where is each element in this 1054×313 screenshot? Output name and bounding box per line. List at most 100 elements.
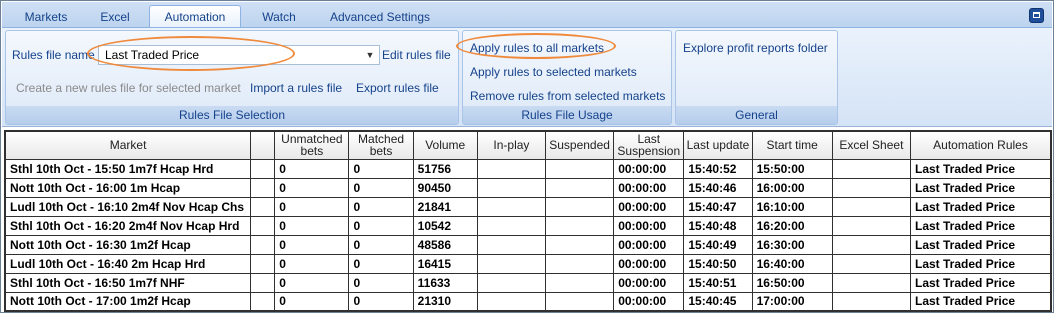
table-cell[interactable]: 0 — [348, 177, 414, 198]
table-cell[interactable] — [831, 272, 912, 293]
table-row[interactable]: Sthl 10th Oct - 16:20 2m4f Nov Hcap Hrd 0… — [4, 215, 1052, 236]
table-cell[interactable]: 16:10:00 — [751, 196, 833, 217]
table-cell[interactable]: 15:40:47 — [683, 196, 753, 217]
table-cell[interactable] — [831, 196, 912, 217]
table-cell[interactable]: 0 — [348, 291, 414, 312]
table-cell[interactable]: Ludl 10th Oct - 16:10 2m4f Nov Hcap Chs — [4, 196, 252, 217]
table-cell[interactable]: 48586 — [412, 234, 478, 255]
table-row[interactable]: Sthl 10th Oct - 15:50 1m7f Hcap Hrd 0 0 517… — [4, 158, 1052, 179]
table-cell[interactable]: 15:50:00 — [751, 158, 833, 179]
column-header[interactable] — [250, 130, 276, 160]
table-row[interactable]: Nott 10th Oct - 17:00 1m2f Hcap 0 0 21310 00… — [4, 291, 1052, 312]
table-cell[interactable] — [476, 158, 547, 179]
column-header[interactable]: Unmatched bets — [274, 130, 350, 160]
table-row[interactable]: Ludl 10th Oct - 16:10 2m4f Nov Hcap Chs 0… — [4, 196, 1052, 217]
table-cell[interactable]: Sthl 10th Oct - 15:50 1m7f Hcap Hrd — [4, 158, 252, 179]
column-header[interactable]: Last update — [683, 130, 753, 160]
table-cell[interactable]: 16:00:00 — [751, 177, 833, 198]
table-cell[interactable]: 0 — [274, 234, 350, 255]
column-header[interactable]: Last Suspension — [613, 130, 685, 160]
table-cell[interactable]: Ludl 10th Oct - 16:40 2m Hcap Hrd — [4, 253, 252, 274]
table-cell[interactable]: 0 — [348, 234, 414, 255]
table-cell[interactable]: Last Traded Price — [910, 177, 1052, 198]
table-cell[interactable]: 0 — [274, 158, 350, 179]
table-cell[interactable]: 0 — [348, 253, 414, 274]
table-cell[interactable] — [544, 196, 615, 217]
table-cell[interactable] — [250, 253, 276, 274]
table-cell[interactable]: Last Traded Price — [910, 158, 1052, 179]
apply-rules-all-button[interactable]: Apply rules to all markets — [470, 41, 604, 55]
table-cell[interactable]: Last Traded Price — [910, 291, 1052, 312]
table-cell[interactable]: 0 — [348, 196, 414, 217]
table-cell[interactable] — [831, 291, 912, 312]
table-cell[interactable]: 15:40:45 — [683, 291, 753, 312]
table-cell[interactable]: 0 — [274, 253, 350, 274]
table-cell[interactable]: 0 — [348, 272, 414, 293]
rules-file-dropdown[interactable]: Last Traded Price ▼ — [98, 45, 380, 65]
import-rules-file-button[interactable]: Import a rules file — [250, 81, 342, 95]
column-header[interactable]: Suspended — [544, 130, 615, 160]
table-cell[interactable]: 16:30:00 — [751, 234, 833, 255]
table-cell[interactable]: Nott 10th Oct - 16:00 1m Hcap — [4, 177, 252, 198]
table-cell[interactable]: 00:00:00 — [613, 215, 685, 236]
table-cell[interactable] — [831, 177, 912, 198]
chevron-down-icon[interactable]: ▼ — [363, 47, 377, 63]
table-row[interactable]: Nott 10th Oct - 16:30 1m2f Hcap 0 0 48586 00… — [4, 234, 1052, 255]
edit-rules-file-button[interactable]: Edit rules file — [382, 48, 451, 62]
column-header[interactable]: Market — [4, 130, 252, 160]
table-cell[interactable]: Last Traded Price — [910, 215, 1052, 236]
column-header[interactable]: Start time — [751, 130, 833, 160]
table-cell[interactable] — [544, 272, 615, 293]
table-cell[interactable] — [544, 158, 615, 179]
table-cell[interactable]: Nott 10th Oct - 17:00 1m2f Hcap — [4, 291, 252, 312]
table-cell[interactable]: 16:40:00 — [751, 253, 833, 274]
table-cell[interactable]: 11633 — [412, 272, 478, 293]
table-cell[interactable] — [250, 215, 276, 236]
table-cell[interactable]: 21841 — [412, 196, 478, 217]
table-cell[interactable] — [250, 177, 276, 198]
table-row[interactable]: Sthl 10th Oct - 16:50 1m7f NHF 0 0 11633 00:… — [4, 272, 1052, 293]
table-cell[interactable]: Last Traded Price — [910, 196, 1052, 217]
table-cell[interactable]: 00:00:00 — [613, 253, 685, 274]
table-cell[interactable] — [476, 291, 547, 312]
table-cell[interactable]: 00:00:00 — [613, 196, 685, 217]
table-cell[interactable]: 15:40:48 — [683, 215, 753, 236]
table-cell[interactable]: 0 — [274, 196, 350, 217]
table-cell[interactable]: 17:00:00 — [751, 291, 833, 312]
table-cell[interactable]: 10542 — [412, 215, 478, 236]
column-header[interactable]: Matched bets — [348, 130, 414, 160]
export-rules-file-button[interactable]: Export rules file — [356, 81, 439, 95]
table-cell[interactable]: 21310 — [412, 291, 478, 312]
table-cell[interactable]: Sthl 10th Oct - 16:50 1m7f NHF — [4, 272, 252, 293]
table-cell[interactable] — [476, 177, 547, 198]
table-cell[interactable]: Sthl 10th Oct - 16:20 2m4f Nov Hcap Hrd — [4, 215, 252, 236]
table-cell[interactable] — [476, 234, 547, 255]
table-cell[interactable] — [476, 272, 547, 293]
table-cell[interactable] — [544, 234, 615, 255]
table-cell[interactable] — [476, 196, 547, 217]
table-cell[interactable] — [250, 272, 276, 293]
table-cell[interactable] — [544, 177, 615, 198]
table-cell[interactable] — [544, 215, 615, 236]
table-cell[interactable]: 90450 — [412, 177, 478, 198]
table-cell[interactable]: 00:00:00 — [613, 158, 685, 179]
create-rules-file-button[interactable]: Create a new rules file for selected mar… — [16, 81, 241, 95]
table-cell[interactable] — [476, 253, 547, 274]
table-cell[interactable]: 16415 — [412, 253, 478, 274]
table-cell[interactable]: 00:00:00 — [613, 234, 685, 255]
table-cell[interactable] — [476, 215, 547, 236]
table-cell[interactable]: 0 — [348, 158, 414, 179]
table-cell[interactable] — [250, 196, 276, 217]
table-cell[interactable]: Last Traded Price — [910, 253, 1052, 274]
table-row[interactable]: Nott 10th Oct - 16:00 1m Hcap 0 0 90450 00:0… — [4, 177, 1052, 198]
table-cell[interactable]: 0 — [274, 272, 350, 293]
table-cell[interactable]: 16:50:00 — [751, 272, 833, 293]
table-cell[interactable]: 00:00:00 — [613, 291, 685, 312]
table-cell[interactable]: 0 — [274, 291, 350, 312]
table-cell[interactable] — [250, 234, 276, 255]
table-cell[interactable] — [831, 215, 912, 236]
apply-rules-selected-button[interactable]: Apply rules to selected markets — [470, 65, 637, 79]
column-header[interactable]: Volume — [412, 130, 478, 160]
table-cell[interactable]: 15:40:46 — [683, 177, 753, 198]
remove-rules-selected-button[interactable]: Remove rules from selected markets — [470, 89, 665, 103]
